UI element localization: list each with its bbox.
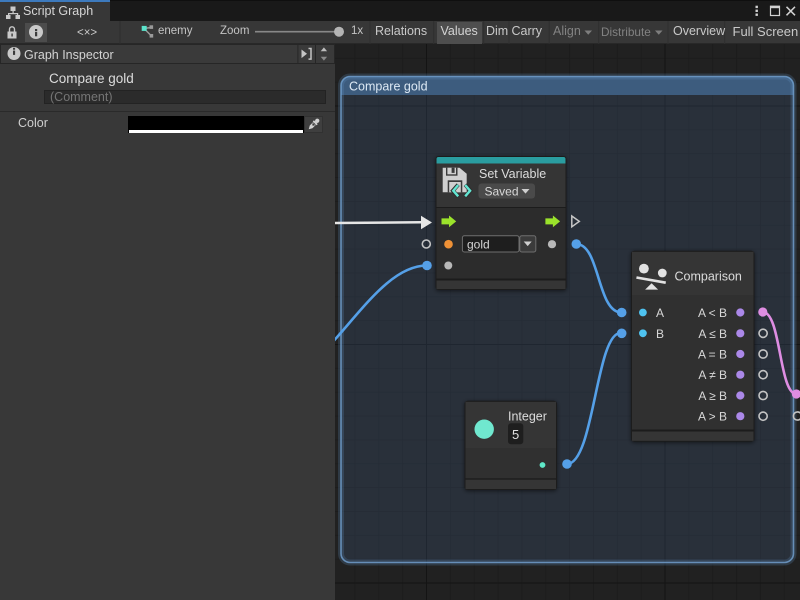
svg-text:A ≠ B: A ≠ B bbox=[698, 368, 727, 382]
svg-text:Compare gold: Compare gold bbox=[349, 80, 428, 94]
svg-text:Saved: Saved bbox=[485, 185, 519, 199]
svg-text:A ≥ B: A ≥ B bbox=[698, 389, 727, 403]
svg-text:A < B: A < B bbox=[698, 306, 727, 320]
svg-text:A = B: A = B bbox=[698, 348, 727, 362]
svg-text:Integer: Integer bbox=[508, 410, 547, 424]
svg-text:B: B bbox=[656, 327, 664, 341]
svg-text:A ≤ B: A ≤ B bbox=[698, 327, 727, 341]
svg-text:A > B: A > B bbox=[698, 410, 727, 424]
svg-text:A: A bbox=[656, 306, 664, 320]
svg-text:Set Variable: Set Variable bbox=[479, 167, 546, 181]
svg-text:5: 5 bbox=[512, 427, 519, 442]
svg-text:<×>: <×> bbox=[77, 27, 97, 39]
svg-text:Comparison: Comparison bbox=[675, 269, 742, 283]
svg-text:gold: gold bbox=[467, 238, 490, 252]
